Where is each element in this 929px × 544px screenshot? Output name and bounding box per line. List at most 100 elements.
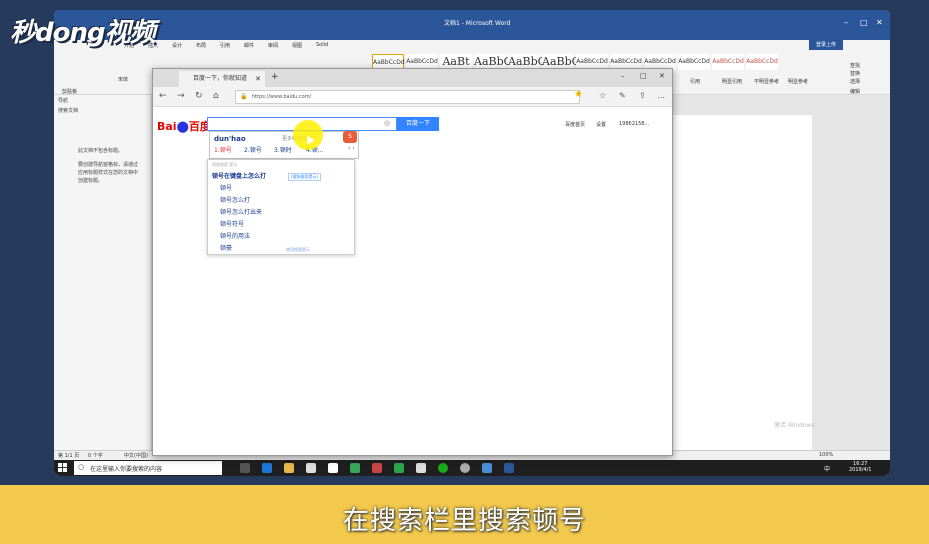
tab-references[interactable]: 引用 [220, 42, 230, 49]
camera-icon[interactable]: ◎ [384, 119, 390, 127]
ime-candidate-1[interactable]: 1.顿号 [214, 145, 232, 154]
minimize-icon[interactable]: – [844, 18, 848, 27]
browser-minimize-icon[interactable]: – [621, 72, 625, 80]
ime-lang-indicator[interactable]: 中 [824, 464, 830, 473]
browser-address-bar: ← → ↻ ⌂ 🔒 https://www.baidu.com/ [153, 87, 672, 107]
activate-windows-watermark: 激活 Windows [774, 422, 815, 429]
share-icon[interactable]: ⇪ [639, 91, 646, 100]
browser-tab-bar: 百度一下，你就知道 ✕ + – □ ✕ [153, 69, 672, 87]
taskbar-clock[interactable]: 16:27 2019/4/1 [849, 461, 871, 473]
nav-empty-text: 此文档不包含标题。 [78, 148, 124, 154]
suggestion-item[interactable]: 顿号 [220, 183, 232, 192]
tab-mailings[interactable]: 邮件 [244, 42, 254, 49]
lock-icon: 🔒 [240, 93, 248, 100]
app-icon-gray[interactable] [416, 463, 426, 473]
suggestion-item[interactable]: 顿号在键盘上怎么打 [212, 171, 266, 180]
app-icon-play[interactable] [394, 463, 404, 473]
status-page: 第 1/1 页 [58, 453, 80, 459]
login-upload-button[interactable]: 登录上传 [809, 40, 843, 50]
home-icon[interactable]: ⌂ [213, 91, 219, 101]
browser-tab-baidu[interactable]: 百度一下，你就知道 ✕ [179, 71, 265, 87]
nav-search-input[interactable]: 搜索文档 [58, 107, 78, 114]
refresh-icon[interactable]: ↻ [195, 91, 203, 101]
suggestion-item[interactable]: 顿豪 [220, 243, 232, 252]
style-label-subtle-ref: 不明显参考 [754, 79, 780, 85]
windows-start-icon[interactable] [58, 463, 67, 472]
taskbar-search-box[interactable]: ○ 在这里输入你要搜索的内容 [74, 461, 222, 475]
search-circle-icon: ○ [78, 463, 85, 471]
edge-icon[interactable] [262, 463, 272, 473]
app-icon-blue[interactable] [482, 463, 492, 473]
app-icon-red[interactable] [372, 463, 382, 473]
browser-close-icon[interactable]: ✕ [659, 72, 665, 80]
settings-link[interactable]: 设置 [596, 121, 606, 128]
baidu-search-button[interactable]: 百度一下 [397, 117, 439, 131]
baidu-home-link[interactable]: 百度首页 [565, 121, 585, 128]
mail-icon[interactable] [328, 463, 338, 473]
browser-tab-title: 百度一下，你就知道 [193, 75, 248, 82]
suggestion-item[interactable]: 顿号怎么打出来 [220, 207, 262, 216]
navigation-pane: 导航 搜索文档 此文档不包含标题。 要创建导航窗格标，请通过应用标题样式在您的文… [54, 95, 152, 450]
tab-close-icon[interactable]: ✕ [255, 71, 261, 87]
video-subtitle: 在搜索栏里搜索顿号 [342, 506, 586, 536]
tab-view[interactable]: 视图 [292, 42, 302, 49]
taskbar-search-placeholder: 在这里输入你要搜索的内容 [90, 466, 163, 473]
nav-pane-title: 导航 [58, 98, 69, 104]
url-text: https://www.baidu.com/ [252, 94, 312, 100]
edge-browser-window: 百度一下，你就知道 ✕ + – □ ✕ ← → ↻ ⌂ 🔒 https://ww… [152, 68, 673, 456]
maximize-icon[interactable]: □ [860, 18, 868, 27]
suggestions-footer[interactable]: 使用搜索提示 [286, 247, 310, 253]
style-quote[interactable]: AaBbCcDd [712, 54, 744, 70]
suggestion-badge: (搜狗搜索提示) [288, 173, 322, 181]
ime-candidate-window: dun'hao 更多特殊符号 1.顿号 2.顿号 3.顿时 4.顿... ‹ › [209, 131, 359, 159]
ime-candidate-3[interactable]: 3.顿时 [274, 145, 292, 154]
suggestion-item[interactable]: 顿号的用法 [220, 231, 250, 240]
clipboard-group-label: 剪贴板 [62, 89, 78, 95]
task-view-icon[interactable] [240, 463, 250, 473]
find-button[interactable]: 查找 [850, 62, 860, 69]
tab-review[interactable]: 审阅 [268, 42, 278, 49]
video-logo: 秒dong视频 [10, 18, 156, 48]
new-tab-icon[interactable]: + [271, 72, 279, 82]
video-frame: 秒dong视频 文档1 - Microsoft Word – □ ✕ 开始 插入… [0, 0, 929, 544]
wechat-icon[interactable] [438, 463, 448, 473]
tab-solid[interactable]: Solid [316, 42, 328, 48]
baidu-logo[interactable]: Bai⬤百度 [157, 118, 211, 134]
style-label-intense-ref: 明显参考 [788, 79, 809, 85]
back-icon[interactable]: ← [159, 91, 167, 101]
ime-skin-icon[interactable]: S [343, 131, 357, 143]
url-input[interactable]: 🔒 https://www.baidu.com/ [235, 90, 580, 104]
status-language: 中文(中国) [124, 453, 148, 459]
status-words: 0 个字 [88, 453, 103, 459]
status-zoom[interactable]: 100% [819, 452, 833, 458]
word-taskbar-icon[interactable] [504, 463, 514, 473]
word-window-title: 文档1 - Microsoft Word [444, 20, 511, 27]
app-icon-green[interactable] [350, 463, 360, 473]
tab-design[interactable]: 设计 [172, 42, 182, 49]
tab-layout[interactable]: 布局 [196, 42, 206, 49]
ime-candidate-2[interactable]: 2.顿号 [244, 145, 262, 154]
browser-maximize-icon[interactable]: □ [640, 72, 647, 80]
close-icon[interactable]: ✕ [876, 18, 883, 27]
more-icon[interactable]: … [657, 91, 665, 100]
forward-icon[interactable]: → [177, 91, 185, 101]
ime-pinyin: dun'hao [214, 135, 246, 143]
file-explorer-icon[interactable] [284, 463, 294, 473]
replace-button[interactable]: 替换 [850, 70, 860, 77]
editing-group-label: 编辑 [850, 89, 861, 95]
select-button[interactable]: 选择 [850, 78, 860, 85]
style-intense-quote[interactable]: AaBbCcDd [746, 54, 778, 70]
store-icon[interactable] [306, 463, 316, 473]
suggestion-item[interactable]: 顿号怎么打 [220, 195, 250, 204]
suggestion-item[interactable]: 顿号符号 [220, 219, 244, 228]
app-icon-circle[interactable] [460, 463, 470, 473]
search-suggestions: 搜狗搜索 提示 顿号在键盘上怎么打 (搜狗搜索提示) 顿号 顿号怎么打 顿号怎么… [207, 159, 355, 255]
favorites-icon[interactable]: ☆ [599, 91, 606, 100]
desktop-screen: 文档1 - Microsoft Word – □ ✕ 开始 插入 设计 布局 引… [54, 10, 890, 476]
pen-icon[interactable]: ✎ [619, 91, 626, 100]
style-strong[interactable]: AaBbCcDd [678, 54, 710, 70]
favorite-star-icon[interactable]: ★ [574, 89, 583, 100]
font-name-box[interactable]: 宋体 [118, 76, 128, 83]
ime-pager-icon[interactable]: ‹ › [348, 145, 355, 152]
user-link[interactable]: 19862158... [619, 121, 649, 127]
